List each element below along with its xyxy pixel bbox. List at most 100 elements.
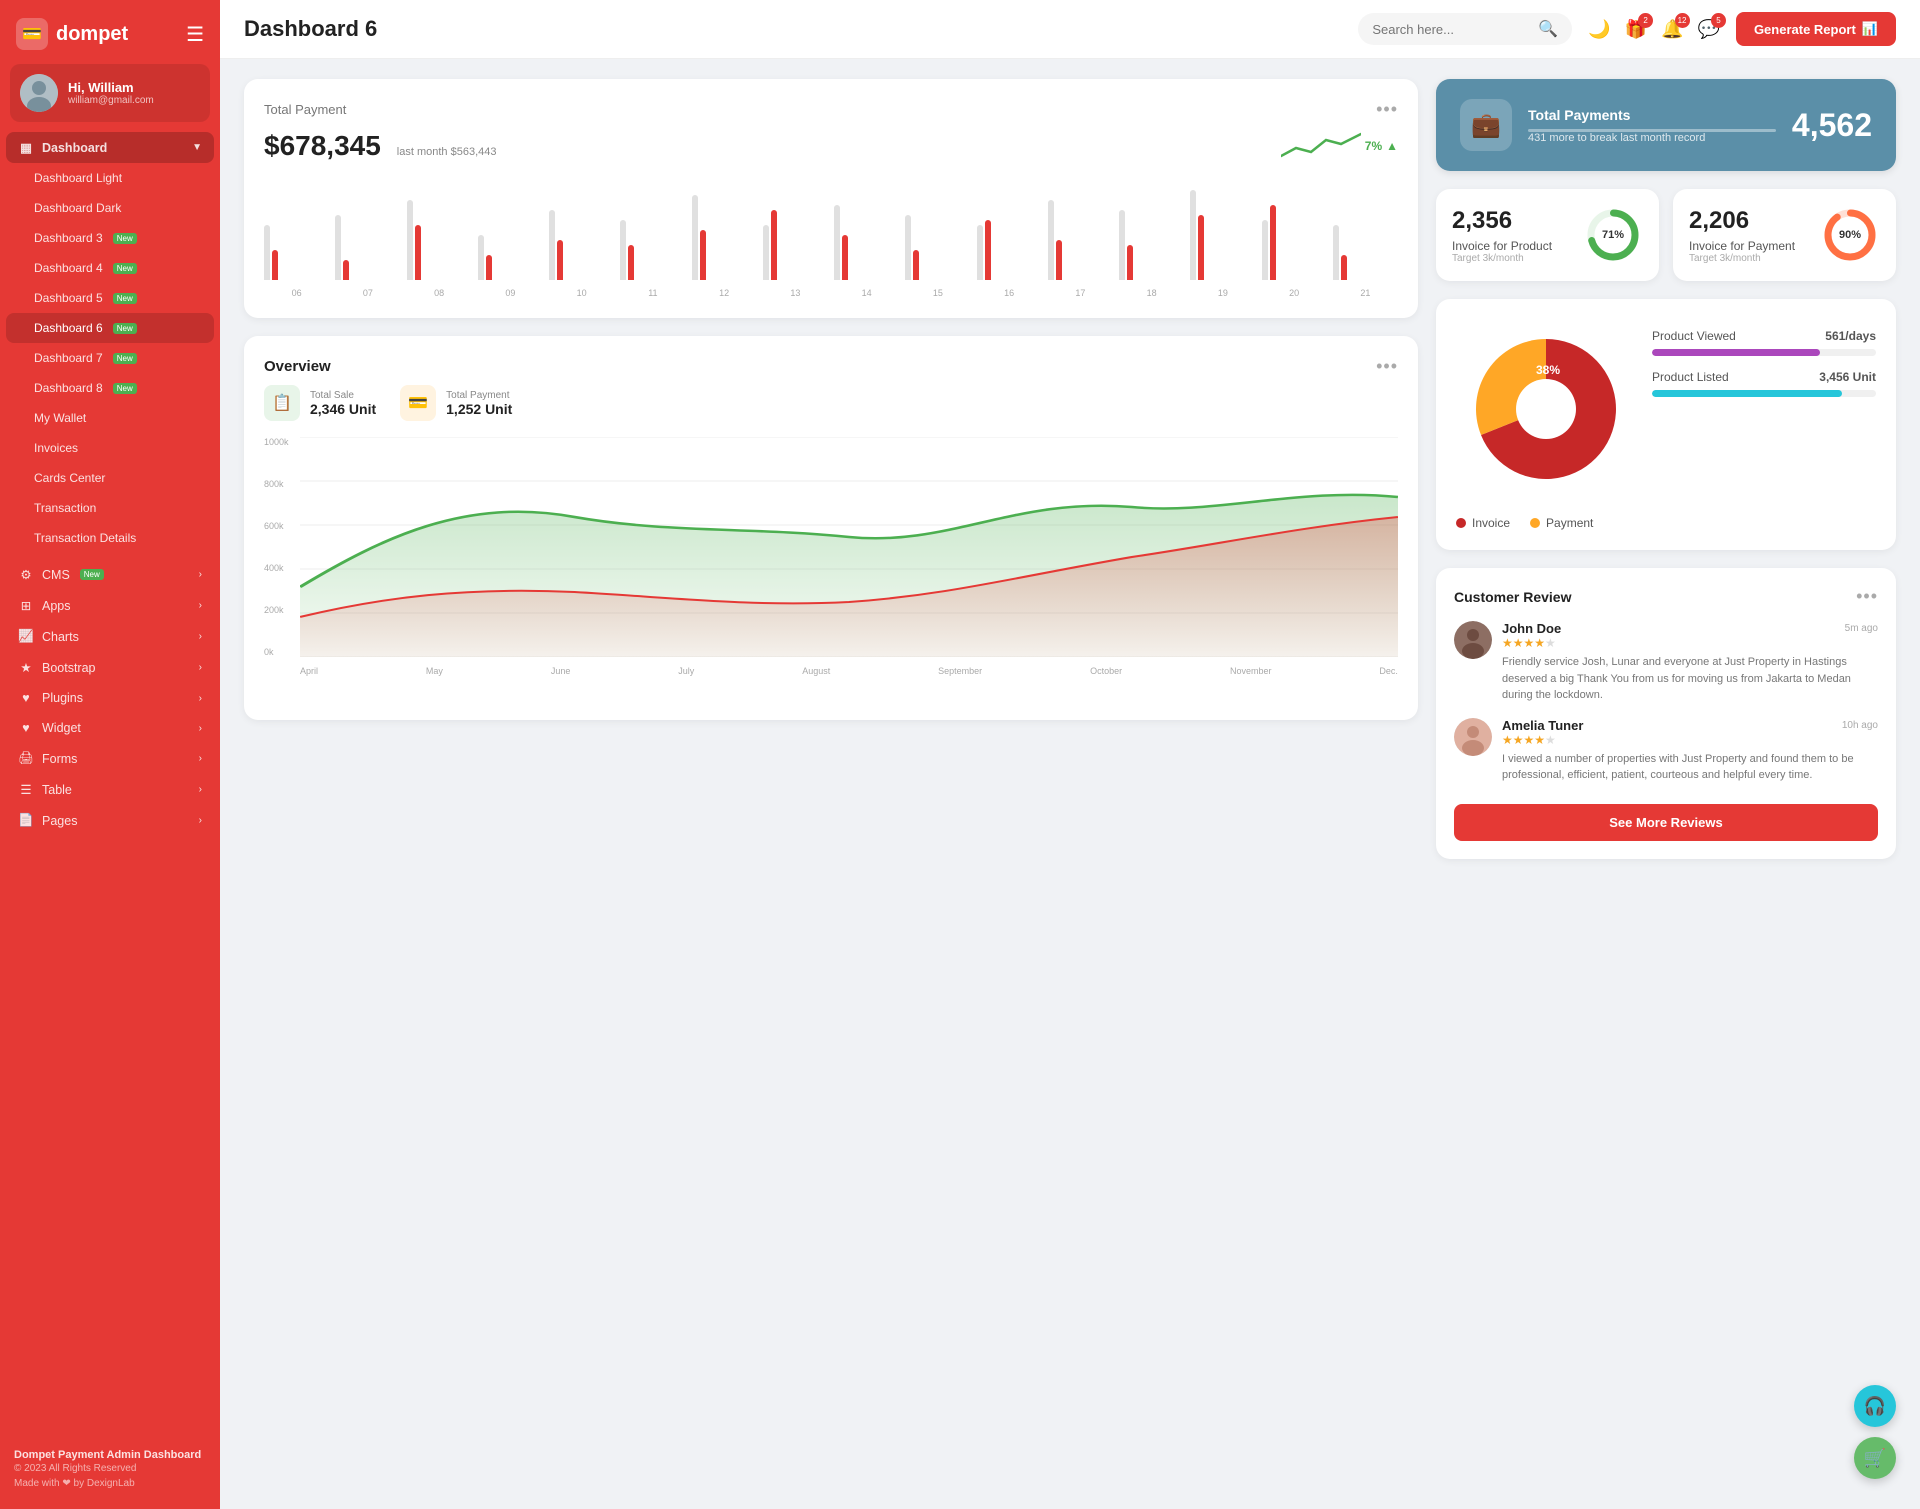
sidebar-item-dashboard-light[interactable]: Dashboard Light [6,163,214,193]
grey-bar [549,210,555,280]
sidebar-item-dashboard-5[interactable]: Dashboard 5 New [6,283,214,313]
sidebar-item-my-wallet[interactable]: My Wallet [6,403,214,433]
sidebar-item-charts[interactable]: 📈 Charts › [6,621,214,652]
sidebar-item-bootstrap[interactable]: ★ Bootstrap › [6,652,214,683]
sidebar-item-forms[interactable]: 🖨 Forms › [6,743,214,774]
sidebar-item-plugins[interactable]: ♥ Plugins › [6,683,214,713]
bar-group [763,210,828,280]
page-title: Dashboard 6 [244,16,1342,42]
bootstrap-icon: ★ [18,660,34,675]
see-more-reviews-button[interactable]: See More Reviews [1454,804,1878,841]
bar-group [1190,190,1255,280]
sidebar-item-dashboard-6[interactable]: Dashboard 6 New [6,313,214,343]
pages-icon: 📄 [18,813,34,828]
more-options-button[interactable]: ••• [1376,99,1398,120]
user-profile[interactable]: Hi, William william@gmail.com [10,64,210,122]
sidebar-item-dashboard-4[interactable]: Dashboard 4 New [6,253,214,283]
sidebar-item-invoices[interactable]: Invoices [6,433,214,463]
grey-bar [1190,190,1196,280]
y-label-1000k: 1000k [264,437,289,447]
bar-x-label: 11 [620,288,685,298]
area-line-chart [300,437,1398,657]
dashboard-body: Total Payment ••• $678,345 last month $5… [220,59,1920,1509]
cart-fab-button[interactable]: 🛒 [1854,1437,1896,1479]
bar-x-label: 18 [1119,288,1184,298]
topbar: Dashboard 6 🔍 🌙 🎁 2 🔔 12 💬 5 Generate Re… [220,0,1920,59]
grey-bar [1119,210,1125,280]
invoice-payment-number: 2,206 [1689,207,1795,235]
total-payment-stat: 💳 Total Payment 1,252 Unit [400,385,512,421]
reviewer-2-stars: ★★★★★ [1502,733,1878,747]
red-bar [1270,205,1276,280]
x-label-july: July [678,666,694,676]
theme-toggle-button[interactable]: 🌙 [1588,19,1610,40]
generate-report-button[interactable]: Generate Report 📊 [1736,12,1896,46]
total-sale-value: 2,346 Unit [310,401,376,417]
sidebar-item-dashboard-7[interactable]: Dashboard 7 New [6,343,214,373]
my-wallet-label: My Wallet [34,411,86,425]
sidebar-item-transaction-details[interactable]: Transaction Details [6,523,214,553]
gift-badge: 2 [1638,13,1653,28]
product-viewed-label: Product Viewed [1652,329,1736,343]
pie-chart-svg: 62% 38% [1456,319,1636,499]
charts-label: Charts [42,630,79,644]
card-header: Total Payment ••• [264,99,1398,120]
cards-center-label: Cards Center [34,471,105,485]
messages-button[interactable]: 💬 5 [1698,19,1720,40]
support-fab-button[interactable]: 🎧 [1854,1385,1896,1427]
avatar [20,74,58,112]
gift-button[interactable]: 🎁 2 [1625,19,1647,40]
sidebar-footer: Dompet Payment Admin Dashboard © 2023 Al… [0,1439,220,1493]
review-1-body: John Doe 5m ago ★★★★★ Friendly service J… [1502,621,1878,704]
invoice-product-card: 2,356 Invoice for Product Target 3k/mont… [1436,189,1659,281]
search-box[interactable]: 🔍 [1358,13,1572,45]
new-badge: New [113,263,137,274]
x-label-april: April [300,666,318,676]
pages-label: Pages [42,814,77,828]
sidebar-item-dashboard-dark[interactable]: Dashboard Dark [6,193,214,223]
apps-label: Apps [42,599,71,613]
sidebar-item-dashboard-3[interactable]: Dashboard 3 New [6,223,214,253]
sidebar-item-widget[interactable]: ♥ Widget › [6,713,214,743]
bar-group [1048,200,1113,280]
sidebar-item-dashboard[interactable]: ▦ Dashboard ▼ [6,132,214,163]
pie-chart-card: 62% 38% Invoice [1436,299,1896,550]
notifications-button[interactable]: 🔔 12 [1661,19,1683,40]
sidebar-item-cards-center[interactable]: Cards Center [6,463,214,493]
payment-amount-area: $678,345 last month $563,443 [264,130,496,162]
sidebar-item-pages[interactable]: 📄 Pages › [6,805,214,836]
product-stats: Product Viewed 561/days Product Listed [1652,319,1876,411]
sidebar-item-dashboard-8[interactable]: Dashboard 8 New [6,373,214,403]
plugins-label: Plugins [42,691,83,705]
bar-chart-icon: 📊 [1862,21,1878,37]
sidebar-item-table[interactable]: ☰ Table › [6,774,214,805]
chevron-right-icon: › [199,693,202,704]
bar-x-label: 13 [763,288,828,298]
chevron-right-icon: › [199,631,202,642]
svg-text:38%: 38% [1536,363,1560,377]
review-more-button[interactable]: ••• [1856,586,1878,607]
pie-content: 62% 38% Invoice [1456,319,1876,530]
review-1-name-row: John Doe 5m ago [1502,621,1878,636]
hamburger-button[interactable]: ☰ [186,22,204,47]
floating-buttons: 🎧 🛒 [1854,1385,1896,1479]
payments-wallet-icon: 💼 [1460,99,1512,151]
sidebar-item-apps[interactable]: ⊞ Apps › [6,590,214,621]
donut-label-product: 71% [1602,229,1624,241]
generate-btn-label: Generate Report [1754,22,1856,37]
bar-group [1262,205,1327,280]
chevron-right-icon: › [199,784,202,795]
bar-group [1119,210,1184,280]
overview-more-button[interactable]: ••• [1376,356,1398,377]
sidebar-item-cms[interactable]: ⚙ CMS New › [6,559,214,590]
chevron-right-icon: › [199,662,202,673]
grey-bar [407,200,413,280]
reviewer-2-avatar [1454,718,1492,756]
dashboard-6-label: Dashboard 6 [34,321,103,335]
trend-value: 7% [1365,139,1382,153]
bar-group [549,210,614,280]
sidebar-item-transaction[interactable]: Transaction [6,493,214,523]
search-icon: 🔍 [1538,19,1558,39]
total-payment-title: Total Payment [264,102,346,117]
search-input[interactable] [1372,22,1532,37]
